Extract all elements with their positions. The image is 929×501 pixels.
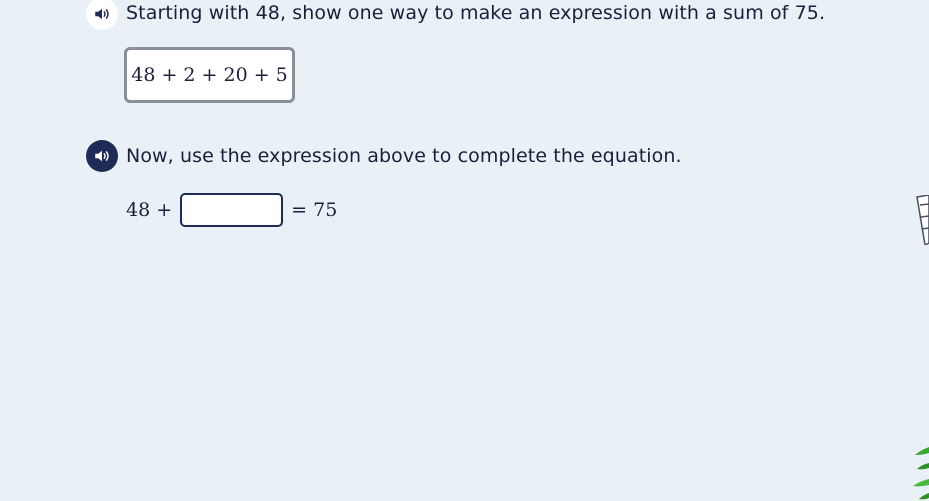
equation-right-side: = 75 [291, 199, 338, 221]
speaker-icon [95, 150, 109, 162]
equation-left-term: 48 + [126, 199, 173, 221]
equation-answer-input[interactable] [180, 193, 284, 227]
expression-card: 48 + 2 + 20 + 5 [124, 47, 295, 103]
ruler-illustration-icon [916, 195, 929, 245]
read-aloud-button-2[interactable] [86, 140, 118, 172]
read-aloud-button-1[interactable] [86, 0, 118, 30]
question-1-prompt: Starting with 48, show one way to make a… [126, 2, 826, 24]
expression-text: 48 + 2 + 20 + 5 [131, 64, 288, 86]
speaker-icon [95, 8, 109, 20]
question-2-prompt: Now, use the expression above to complet… [126, 145, 682, 167]
plant-leaf-icon [913, 447, 929, 500]
equation-row: 48 + = 75 [126, 193, 337, 227]
